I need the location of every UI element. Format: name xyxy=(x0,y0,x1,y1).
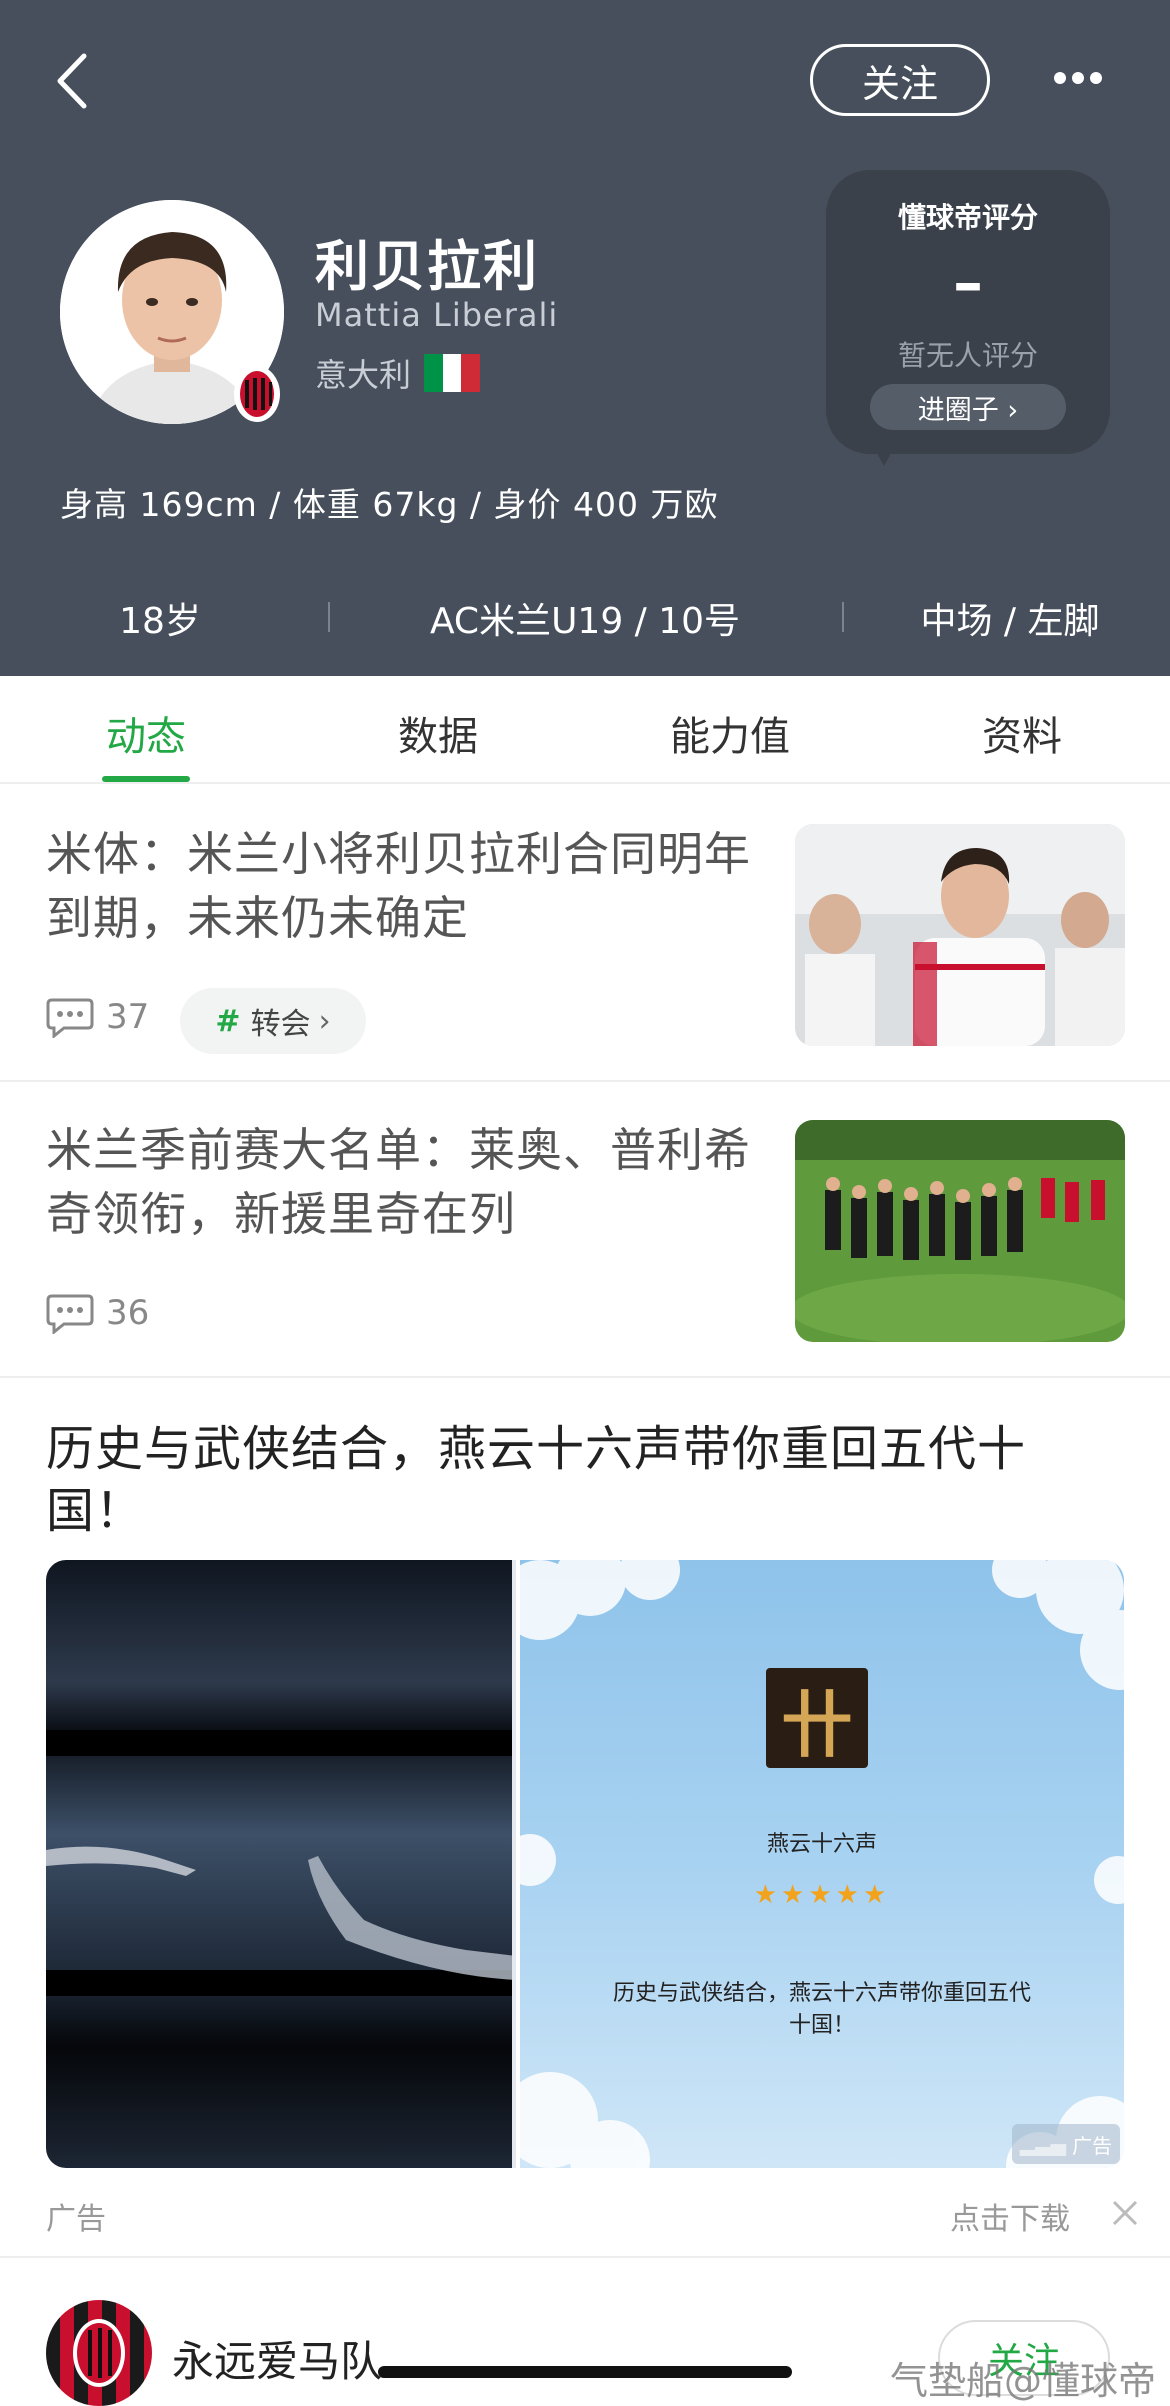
active-tab-indicator xyxy=(102,776,190,782)
ad-game-card: 卄 燕云十六声 ★★★★★ 历史与武侠结合，燕云十六声带你重回五代十国！ ▂▃▄… xyxy=(520,1560,1124,2168)
rating-empty-text: 暂无人评分 xyxy=(897,339,1038,372)
news-item[interactable]: 米体：米兰小将利贝拉利合同明年到期，未来仍未确定 37 # 转会 › xyxy=(0,786,1170,1082)
join-circle-button[interactable]: 进圈子 › xyxy=(870,384,1066,430)
tab-profile[interactable]: 资料 xyxy=(922,704,1122,762)
news-title: 米兰季前赛大名单：莱奥、普利希奇领衔，新援里奇在列 xyxy=(46,1123,751,1241)
chevron-right-icon: › xyxy=(318,1003,331,1039)
follow-button[interactable]: 关注 xyxy=(810,44,990,116)
comment-icon xyxy=(46,1294,94,1334)
ad-video-frame xyxy=(46,1560,516,2168)
news-thumbnail xyxy=(795,824,1125,1046)
tab-feed[interactable]: 动态 xyxy=(46,704,246,762)
signal-icon: ▂▃▄ xyxy=(1019,2132,1067,2156)
home-indicator[interactable] xyxy=(378,2366,792,2378)
stats-divider xyxy=(842,602,844,632)
topic-tag-transfer[interactable]: # 转会 › xyxy=(180,988,366,1054)
topic-tag-label: 转会 xyxy=(250,1007,311,1042)
ad-badge: ▂▃▄ 广告 xyxy=(1012,2124,1120,2164)
news-thumbnail xyxy=(795,1120,1125,1342)
stats-divider xyxy=(328,602,330,632)
section-divider xyxy=(0,2256,1170,2258)
player-stats-bar: 18岁 AC米兰U19 / 10号 中场 / 左脚 xyxy=(0,580,1170,650)
tab-bar: 动态 数据 能力值 资料 xyxy=(0,676,1170,784)
hashtag-icon: # xyxy=(215,1003,241,1039)
player-age: 18岁 xyxy=(119,601,201,642)
close-icon[interactable] xyxy=(1108,2196,1142,2230)
rating-value: – xyxy=(953,248,983,318)
ad-title[interactable]: 历史与武侠结合，燕云十六声带你重回五代十国！ xyxy=(46,1418,1106,1542)
ad-badge-label: 广告 xyxy=(1072,2133,1113,2158)
ad-label: 广告 xyxy=(46,2202,106,2237)
back-arrow-icon[interactable] xyxy=(50,50,94,112)
ad-media[interactable]: 卄 燕云十六声 ★★★★★ 历史与武侠结合，燕云十六声带你重回五代十国！ ▂▃▄… xyxy=(46,1560,1124,2168)
italy-flag-icon xyxy=(424,354,481,392)
player-name: 利贝拉利 xyxy=(315,235,539,298)
ad-download-link[interactable]: 点击下载 xyxy=(950,2194,1070,2238)
news-title: 米体：米兰小将利贝拉利合同明年到期，未来仍未确定 xyxy=(46,827,751,945)
game-logo-icon: 卄 xyxy=(766,1668,868,1768)
user-avatar[interactable] xyxy=(46,2300,152,2406)
ad-description: 历史与武侠结合，燕云十六声带你重回五代十国！ xyxy=(612,1981,1031,2038)
ad-rating-stars: ★★★★★ xyxy=(753,1880,891,1910)
watermark: 气垫船@懂球帝 xyxy=(890,2359,1157,2403)
player-club-number: AC米兰U19 / 10号 xyxy=(429,601,741,642)
player-position-foot: 中场 / 左脚 xyxy=(920,601,1100,642)
tab-stats[interactable]: 数据 xyxy=(338,704,538,762)
rating-card-tail xyxy=(870,440,898,466)
ad-game-name: 燕云十六声 xyxy=(766,1832,877,1857)
rating-card: 懂球帝评分 – 暂无人评分 进圈子 › xyxy=(826,170,1110,454)
tab-ability[interactable]: 能力值 xyxy=(630,704,830,762)
player-bio: 身高 169cm / 体重 67kg / 身价 400 万欧 xyxy=(60,485,719,524)
comment-count: 36 xyxy=(46,1292,149,1334)
player-header: 关注 利贝拉利 Mattia Liberali 意大利 身高 169cm / 体… xyxy=(0,0,1170,676)
player-country: 意大利 xyxy=(315,356,412,394)
news-item[interactable]: 米兰季前赛大名单：莱奥、普利希奇领衔，新援里奇在列 36 xyxy=(0,1082,1170,1378)
comment-count-value: 37 xyxy=(106,997,150,1037)
ac-milan-badge-icon xyxy=(234,366,280,422)
comment-count: 37 xyxy=(46,996,149,1038)
comment-icon xyxy=(46,998,94,1038)
player-name-english: Mattia Liberali xyxy=(315,296,559,334)
rating-title: 懂球帝评分 xyxy=(897,201,1038,234)
user-name[interactable]: 永远爱马队 xyxy=(172,2328,382,2389)
more-icon[interactable] xyxy=(1050,64,1106,94)
comment-count-value: 36 xyxy=(106,1293,150,1333)
